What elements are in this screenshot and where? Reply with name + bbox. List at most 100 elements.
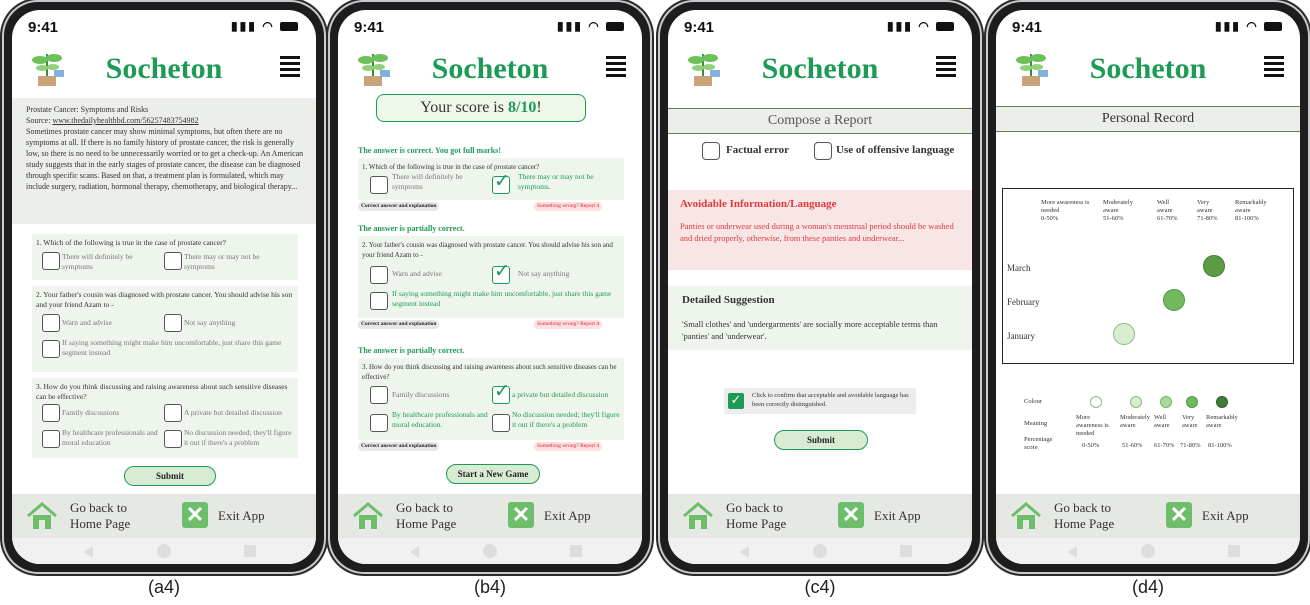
home-icon[interactable]: [682, 502, 714, 530]
offensive-language-checkbox[interactable]: [814, 142, 832, 160]
android-nav-bar: [668, 538, 972, 564]
caption-d: (d4): [1131, 577, 1164, 597]
exit-icon[interactable]: ✕: [1166, 502, 1192, 528]
legend: Colour Meaning Percentage score More awa…: [1024, 394, 1294, 464]
home-page-link[interactable]: Go back to Home Page: [396, 500, 456, 532]
question-text: 1. Which of the following is true in the…: [362, 163, 540, 171]
back-icon[interactable]: [410, 546, 419, 558]
option-checkbox-checked[interactable]: ✓: [492, 170, 510, 194]
app-header: Socheton: [338, 42, 642, 96]
explanation-button[interactable]: Correct answer and explanation: [358, 442, 440, 451]
option-checkbox[interactable]: [370, 176, 388, 194]
option-checkbox[interactable]: [42, 252, 60, 270]
option-checkbox[interactable]: [164, 404, 182, 422]
nav-home-icon[interactable]: [483, 544, 497, 558]
option-checkbox-checked[interactable]: ✓: [492, 380, 510, 404]
option-checkbox[interactable]: [370, 414, 388, 432]
legend-range: 61-70%: [1154, 442, 1175, 449]
nav-home-icon[interactable]: [157, 544, 171, 558]
nav-home-icon[interactable]: [1141, 544, 1155, 558]
back-icon[interactable]: [740, 546, 749, 558]
record-dot-march[interactable]: [1203, 255, 1225, 277]
option-label: There may or may not be symptoms: [184, 252, 260, 271]
recent-apps-icon[interactable]: [1228, 545, 1240, 557]
option-checkbox[interactable]: [370, 386, 388, 404]
legend-meaning: More awareness is needed: [1076, 414, 1109, 437]
exit-icon[interactable]: ✕: [838, 502, 864, 528]
report-button[interactable]: Something wrong? Report it: [534, 320, 603, 329]
exit-icon[interactable]: ✕: [182, 502, 208, 528]
result-status: The answer is partially correct.: [358, 224, 465, 233]
back-icon[interactable]: [1068, 546, 1077, 558]
exit-app-link[interactable]: Exit App: [218, 508, 265, 524]
recent-apps-icon[interactable]: [570, 545, 582, 557]
home-page-link[interactable]: Go back to Home Page: [70, 500, 130, 532]
column-header: Moderately aware 51-60%: [1103, 199, 1133, 222]
option-checkbox[interactable]: [42, 404, 60, 422]
factual-error-checkbox[interactable]: [702, 142, 720, 160]
option-checkbox[interactable]: [164, 430, 182, 448]
report-button[interactable]: Something wrong? Report it: [534, 442, 603, 451]
home-icon[interactable]: [1010, 502, 1042, 530]
home-page-link[interactable]: Go back to Home Page: [726, 500, 786, 532]
score-value: 8/10: [507, 99, 537, 116]
exit-app-link[interactable]: Exit App: [544, 508, 591, 524]
hamburger-menu-icon[interactable]: [606, 56, 626, 80]
exit-app-link[interactable]: Exit App: [874, 508, 921, 524]
signal-wifi-battery-icons: ▮▮▮ ◠: [887, 19, 954, 33]
home-icon[interactable]: [352, 502, 384, 530]
option-checkbox[interactable]: [164, 252, 182, 270]
result-card-1: 1. Which of the following is true in the…: [358, 158, 624, 200]
home-page-link[interactable]: Go back to Home Page: [1054, 500, 1114, 532]
record-dot-january[interactable]: [1113, 323, 1135, 345]
checkmark-icon: ✓: [494, 260, 510, 282]
hamburger-menu-icon[interactable]: [1264, 56, 1284, 80]
exit-icon[interactable]: ✕: [508, 502, 534, 528]
back-icon[interactable]: [84, 546, 93, 558]
record-dot-february[interactable]: [1163, 289, 1185, 311]
suggestion-heading: Detailed Suggestion: [682, 294, 775, 306]
column-header: More awareness is needed 0-50%: [1041, 199, 1090, 222]
status-bar: 9:41 ▮▮▮ ◠: [12, 10, 316, 40]
submit-button[interactable]: Submit: [124, 466, 216, 486]
option-label: By healthcare professionals and moral ed…: [62, 428, 158, 447]
option-label: Family discussions: [392, 390, 450, 399]
option-checkbox[interactable]: [42, 340, 60, 358]
status-time: 9:41: [684, 19, 715, 36]
offensive-language-label: Use of offensive language: [836, 144, 955, 156]
explanation-button[interactable]: Correct answer and explanation: [358, 202, 440, 211]
page-title-bar: Personal Record: [996, 106, 1300, 132]
legend-meaning: Remarkably aware: [1206, 414, 1238, 429]
legend-swatch: [1160, 396, 1172, 408]
legend-meaning: Moderately aware: [1120, 414, 1150, 429]
explanation-button[interactable]: Correct answer and explanation: [358, 320, 440, 329]
option-checkbox[interactable]: [42, 314, 60, 332]
exit-app-link[interactable]: Exit App: [1202, 508, 1249, 524]
option-checkbox[interactable]: [492, 414, 510, 432]
option-checkbox[interactable]: [370, 292, 388, 310]
option-checkbox-checked[interactable]: ✓: [492, 260, 510, 284]
option-checkbox[interactable]: [164, 314, 182, 332]
article-source-link[interactable]: www.thedailyhealthbd.com/56257483754982: [52, 116, 198, 125]
option-label: Warn and advise: [62, 318, 112, 327]
nav-home-icon[interactable]: [813, 544, 827, 558]
start-new-game-button[interactable]: Start a New Game: [446, 464, 540, 484]
submit-button[interactable]: Submit: [774, 430, 868, 450]
recent-apps-icon[interactable]: [900, 545, 912, 557]
android-nav-bar: [12, 538, 316, 564]
confirm-checkbox-checked[interactable]: ✓: [728, 393, 744, 409]
report-button[interactable]: Something wrong? Report it: [534, 202, 603, 211]
legend-range: 71-80%: [1180, 442, 1201, 449]
option-checkbox[interactable]: [370, 266, 388, 284]
home-icon[interactable]: [26, 502, 58, 530]
option-checkbox[interactable]: [42, 430, 60, 448]
recent-apps-icon[interactable]: [244, 545, 256, 557]
option-label-selected: a private but detailed discussion: [512, 390, 609, 399]
footer-bar: Go back to Home Page ✕ Exit App: [338, 494, 642, 538]
status-time: 9:41: [1012, 19, 1043, 36]
screen-compose-report: 9:41 ▮▮▮ ◠ Socheton Compose a Report Fac…: [668, 10, 972, 564]
hamburger-menu-icon[interactable]: [280, 56, 300, 80]
article-body: Sometimes prostate cancer may show minim…: [26, 127, 304, 191]
option-label: There will definitely be symptoms: [392, 172, 463, 191]
hamburger-menu-icon[interactable]: [936, 56, 956, 80]
